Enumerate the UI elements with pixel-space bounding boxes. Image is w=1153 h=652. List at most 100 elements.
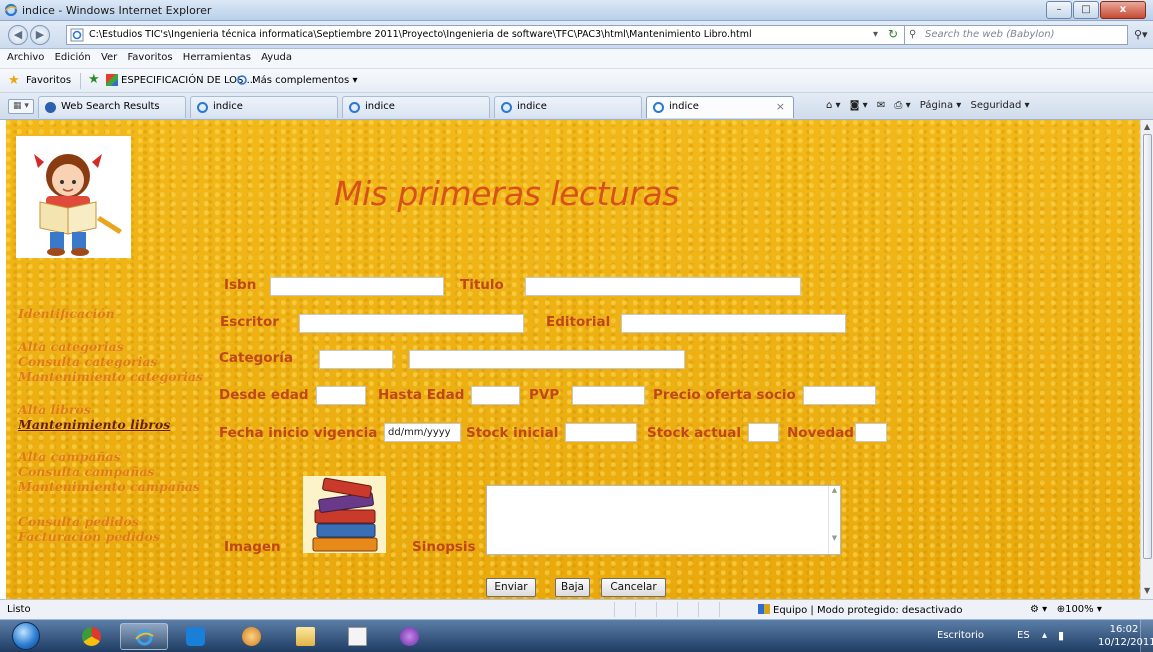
baja-button[interactable]: Baja: [555, 578, 590, 597]
url-dropdown-icon[interactable]: ▾: [873, 29, 882, 40]
addons-icon: [237, 75, 247, 85]
taskbar-document[interactable]: [334, 623, 382, 650]
page-scrollbar[interactable]: ▲ ▼: [1140, 120, 1153, 599]
favorites-star-icon[interactable]: ★: [8, 73, 20, 88]
taskbar-explorer[interactable]: [282, 623, 330, 650]
folder-icon: [296, 627, 315, 646]
start-button[interactable]: [12, 622, 40, 650]
taskbar-app-sig[interactable]: [228, 623, 276, 650]
menu-ver[interactable]: Ver: [101, 52, 117, 63]
escritor-input[interactable]: [299, 314, 524, 333]
zoom-control[interactable]: ⚙ ▾ ⊕100% ▾: [1030, 604, 1102, 615]
menu-bar: Archivo Edición Ver Favoritos Herramient…: [0, 49, 1153, 69]
nvu-icon: [400, 627, 419, 646]
tab-indice-1[interactable]: indice: [190, 96, 338, 118]
taskbar-app-blue[interactable]: [172, 623, 220, 650]
scrollbar-thumb[interactable]: [1143, 134, 1152, 559]
home-icon[interactable]: ⌂ ▾: [826, 100, 841, 111]
sinopsis-textarea[interactable]: ▲ ▼: [486, 485, 841, 555]
girl-reading-logo: [16, 136, 131, 258]
fecha-inicio-vigencia-input[interactable]: dd/mm/yyyy: [384, 423, 461, 442]
maximize-button[interactable]: □: [1073, 1, 1099, 19]
nav-consulta-pedidos[interactable]: Consulta pedidos: [18, 514, 139, 529]
menu-herramientas[interactable]: Herramientas: [183, 52, 251, 63]
search-placeholder: Search the web (Babylon): [925, 29, 1055, 40]
isbn-input[interactable]: [270, 277, 444, 296]
menu-archivo[interactable]: Archivo: [7, 52, 44, 63]
taskbar-chrome[interactable]: [68, 623, 116, 650]
tab-label: indice: [365, 101, 395, 112]
quick-tabs-icon[interactable]: ▦ ▾: [8, 99, 34, 114]
scroll-down-icon[interactable]: ▼: [1144, 586, 1150, 595]
print-icon[interactable]: ⎙ ▾: [894, 100, 910, 111]
taskbar-nvu[interactable]: [386, 623, 434, 650]
document-icon: [348, 627, 367, 646]
add-favorite-icon[interactable]: ★: [88, 72, 100, 87]
precio-oferta-socio-input[interactable]: [803, 386, 876, 405]
nav-alta-libros[interactable]: Alta libros: [18, 402, 91, 417]
forward-button[interactable]: ▶: [30, 25, 50, 45]
taskbar: Escritorio ES ▴ ▮ 16:02 10/12/2011: [0, 619, 1153, 652]
escritor-label: Escritor: [220, 314, 279, 330]
nav-mantenimiento-categorias[interactable]: Mantenimiento categorias: [18, 369, 203, 384]
tab-label: Web Search Results: [61, 101, 160, 112]
nav-consulta-campanas[interactable]: Consulta campañas: [18, 464, 154, 479]
ie-logo-icon: [4, 3, 18, 17]
power-icon[interactable]: ▮: [1058, 629, 1064, 642]
security-menu[interactable]: Seguridad ▾: [970, 100, 1029, 111]
categoria-name-input[interactable]: [409, 350, 685, 369]
page-icon: [70, 28, 84, 42]
back-button[interactable]: ◀: [8, 25, 28, 45]
books-stack-image[interactable]: [303, 476, 386, 553]
desktop-toolbar[interactable]: Escritorio: [937, 630, 984, 641]
enviar-button[interactable]: Enviar: [486, 578, 536, 597]
show-desktop-button[interactable]: [1140, 620, 1153, 652]
mail-icon[interactable]: ✉: [877, 100, 885, 111]
security-zone[interactable]: Equipo | Modo protegido: desactivado: [758, 604, 962, 616]
tab-indice-3[interactable]: indice: [494, 96, 642, 118]
page-menu[interactable]: Página ▾: [920, 100, 962, 111]
language-indicator[interactable]: ES: [1017, 630, 1030, 641]
titulo-input[interactable]: [525, 277, 801, 296]
feeds-icon[interactable]: ◙ ▾: [850, 100, 868, 111]
search-go-icon[interactable]: ⚲▾: [1134, 28, 1148, 41]
refresh-icon[interactable]: ↻: [888, 27, 898, 41]
taskbar-internet-explorer[interactable]: [120, 623, 168, 650]
nav-identificacion[interactable]: Identificación: [18, 306, 115, 321]
search-icon: ⚲: [909, 29, 917, 40]
pvp-input[interactable]: [572, 386, 645, 405]
tab-indice-active[interactable]: indice ×: [646, 96, 794, 118]
menu-ayuda[interactable]: Ayuda: [261, 52, 292, 63]
tab-web-search[interactable]: Web Search Results: [38, 96, 186, 118]
categoria-code-input[interactable]: [319, 350, 393, 369]
search-input[interactable]: ⚲ Search the web (Babylon): [904, 25, 1128, 45]
hasta-edad-input[interactable]: [471, 386, 520, 405]
url-field[interactable]: C:\Estudios TIC's\Ingenieria técnica inf…: [66, 25, 933, 45]
stock-actual-input[interactable]: [748, 423, 779, 442]
favorites-button[interactable]: Favoritos: [26, 75, 71, 86]
nav-mantenimiento-libros[interactable]: Mantenimiento libros: [18, 417, 170, 432]
scroll-up-icon[interactable]: ▲: [1144, 122, 1150, 131]
nav-alta-campanas[interactable]: Alta campañas: [18, 449, 121, 464]
search-results-icon: [45, 102, 56, 113]
menu-favoritos[interactable]: Favoritos: [127, 52, 172, 63]
desde-edad-input[interactable]: [316, 386, 366, 405]
close-tab-icon[interactable]: ×: [776, 97, 785, 117]
editorial-input[interactable]: [621, 314, 846, 333]
nav-facturacion-pedidos[interactable]: Facturación pedidos: [18, 529, 160, 544]
minimize-button[interactable]: –: [1046, 1, 1072, 19]
close-button[interactable]: x: [1100, 1, 1146, 19]
tray-expand-icon[interactable]: ▴: [1042, 630, 1047, 641]
tab-indice-2[interactable]: indice: [342, 96, 490, 118]
cancelar-button[interactable]: Cancelar: [601, 578, 666, 597]
favorite-link-mas-complementos[interactable]: Más complementos ▾: [252, 75, 357, 86]
isbn-label: Isbn: [224, 277, 257, 293]
menu-edicion[interactable]: Edición: [55, 52, 91, 63]
nav-alta-categorias[interactable]: Alta categorias: [18, 339, 124, 354]
nav-mantenimiento-campanas[interactable]: Mantenimiento campañas: [18, 479, 200, 494]
nav-consulta-categorias[interactable]: Consulta categorias: [18, 354, 157, 369]
textarea-scrollbar[interactable]: ▲ ▼: [828, 486, 840, 554]
novedad-input[interactable]: [855, 423, 887, 442]
stock-inicial-input[interactable]: [565, 423, 637, 442]
novedad-label: Novedad: [787, 425, 854, 441]
